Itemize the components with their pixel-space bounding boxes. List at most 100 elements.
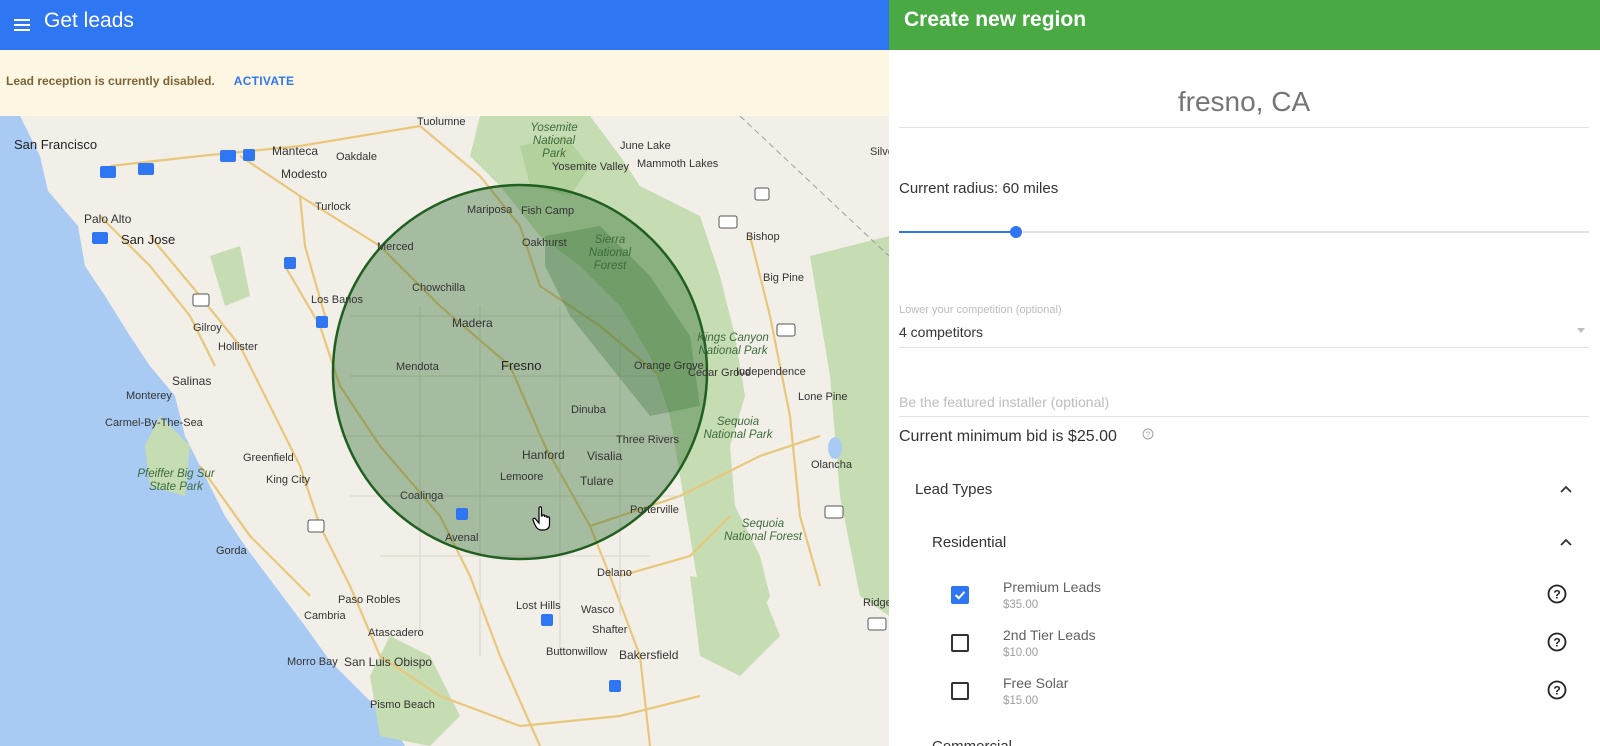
map-pane: Get leads Lead reception is currently di… [0, 0, 889, 746]
city-label-shafter: Shafter [592, 624, 628, 636]
lead-types-header[interactable]: Lead Types [915, 481, 992, 498]
city-label-san-jose: San Jose [121, 232, 176, 247]
map-canvas[interactable]: San Francisco Manteca Oakdale Modesto Turloc… [0, 116, 889, 746]
park-label-kings-canyon-national-park: Kings Canyon National Park [697, 332, 769, 357]
city-label-lost-hills: Lost Hills [516, 600, 561, 612]
city-label-cambria: Cambria [304, 610, 346, 622]
lead-checkbox[interactable] [951, 634, 969, 652]
city-label-fresno: Fresno [501, 358, 542, 373]
lead-row[interactable]: Free Solar $15.00? [889, 675, 1600, 721]
hamburger-menu-icon[interactable] [0, 0, 44, 50]
park-label-yosemite-national-park: Yosemite National Park [530, 122, 578, 160]
city-label-big-pine: Big Pine [763, 272, 804, 284]
commercial-header[interactable]: Commercial [932, 738, 1012, 746]
radius-slider-thumb[interactable] [1010, 226, 1022, 238]
help-icon[interactable]: ? [1547, 584, 1567, 604]
residential-header[interactable]: Residential [932, 534, 1006, 551]
radius-label: Current radius: 60 miles [899, 180, 1059, 197]
city-label-mendota: Mendota [396, 361, 439, 373]
city-label-mammoth-lakes: Mammoth Lakes [637, 158, 719, 170]
lead-name: Free Solar [1003, 675, 1069, 691]
city-label-morro-bay: Morro Bay [287, 656, 338, 668]
panel-header: Create new region [889, 0, 1600, 50]
help-icon[interactable]: ? [1547, 632, 1567, 652]
city-label-carmel-by-the-sea: Carmel-By-The-Sea [105, 417, 203, 429]
park-label-sequoia-national-forest: Sequoia National Forest [724, 518, 802, 543]
activate-button[interactable]: ACTIVATE [234, 74, 295, 88]
location-underline [899, 127, 1589, 128]
top-app-bar: Get leads [0, 0, 889, 50]
svg-text:?: ? [1553, 636, 1560, 650]
lead-checkbox[interactable] [951, 682, 969, 700]
city-label-ridgecrest: Ridgecrest [863, 597, 889, 609]
park-label-sequoia-national-park: Sequoia National Park [703, 416, 773, 441]
lead-price: $35.00 [1003, 599, 1039, 611]
park-label-sierra-national-forest: Sierra National Forest [588, 234, 632, 272]
city-label-atascadero: Atascadero [368, 627, 424, 639]
city-label-porterville: Porterville [630, 504, 679, 516]
city-label-san-luis-obispo: San Luis Obispo [344, 655, 433, 669]
hand-cursor-icon [532, 506, 552, 532]
svg-text:?: ? [1146, 430, 1150, 439]
city-label-tuolumne: Tuolumne [417, 116, 466, 128]
city-label-lemoore: Lemoore [500, 471, 544, 483]
featured-installer-input[interactable]: Be the featured installer (optional) [899, 394, 1109, 410]
status-banner: Lead reception is currently disabled. AC… [0, 50, 889, 116]
city-label-gilroy: Gilroy [193, 322, 222, 334]
park-label-pfeiffer-big-sur-state-park: Pfeiffer Big Sur State Park [137, 468, 215, 493]
city-label-merced: Merced [377, 241, 414, 253]
lead-name: 2nd Tier Leads [1003, 627, 1096, 643]
location-field[interactable]: fresno, CA [899, 86, 1589, 118]
lead-price: $10.00 [1003, 647, 1039, 659]
create-region-panel: Create new region fresno, CA Current rad… [889, 0, 1600, 746]
city-label-san-francisco: San Francisco [14, 137, 98, 152]
lead-checkbox[interactable] [951, 586, 969, 604]
city-label-olancha: Olancha [811, 459, 852, 471]
city-label-king-city: King City [266, 474, 311, 486]
competition-underline [899, 347, 1589, 348]
city-label-modesto: Modesto [281, 167, 328, 181]
city-label-coalinga: Coalinga [400, 490, 444, 502]
chevron-up-icon[interactable] [1560, 484, 1572, 494]
city-label-oakdale: Oakdale [336, 151, 377, 163]
svg-text:?: ? [1553, 588, 1560, 602]
featured-underline [899, 416, 1589, 417]
help-icon[interactable]: ? [1142, 428, 1154, 440]
city-label-oakhurst: Oakhurst [522, 237, 567, 249]
city-label-turlock: Turlock [315, 201, 351, 213]
competition-hint: Lower your competition (optional) [899, 304, 1062, 316]
city-label-visalia: Visalia [587, 449, 623, 463]
city-label-pismo-beach: Pismo Beach [370, 699, 435, 711]
city-label-fish-camp: Fish Camp [521, 205, 575, 217]
lead-row[interactable]: Premium Leads $35.00? [889, 579, 1600, 625]
lead-row[interactable]: 2nd Tier Leads $10.00? [889, 627, 1600, 673]
city-label-mariposa: Mariposa [467, 204, 513, 216]
city-label-bakersfield: Bakersfield [619, 648, 679, 662]
city-label-wasco: Wasco [581, 604, 615, 616]
chevron-up-icon[interactable] [1560, 537, 1572, 547]
svg-text:?: ? [1553, 684, 1560, 698]
city-label-salinas: Salinas [172, 374, 212, 388]
lead-price: $15.00 [1003, 695, 1039, 707]
city-label-hollister: Hollister [218, 341, 258, 353]
city-label-manteca: Manteca [272, 144, 319, 158]
city-label-lone-pine: Lone Pine [798, 391, 848, 403]
help-icon[interactable]: ? [1547, 680, 1567, 700]
city-label-greenfield: Greenfield [243, 452, 294, 464]
city-label-three-rivers: Three Rivers [616, 434, 679, 446]
city-label-independence: Independence [736, 366, 806, 378]
city-label-bishop: Bishop [746, 231, 780, 243]
city-label-dinuba: Dinuba [571, 404, 606, 416]
city-label-madera: Madera [452, 316, 493, 330]
min-bid-text: Current minimum bid is $25.00 [899, 428, 1117, 445]
dropdown-arrow-icon[interactable] [1577, 328, 1585, 333]
city-label-june-lake: June Lake [620, 140, 671, 152]
checkmark-icon [954, 591, 966, 600]
city-label-buttonwillow: Buttonwillow [546, 646, 608, 658]
city-label-yosemite-valley: Yosemite Valley [552, 161, 630, 173]
city-label-delano: Delano [597, 567, 632, 579]
city-label-avenal: Avenal [445, 532, 479, 544]
competition-select[interactable]: 4 competitors [899, 324, 983, 340]
city-label-los-banos: Los Banos [311, 294, 363, 306]
city-label-paso-robles: Paso Robles [338, 594, 401, 606]
